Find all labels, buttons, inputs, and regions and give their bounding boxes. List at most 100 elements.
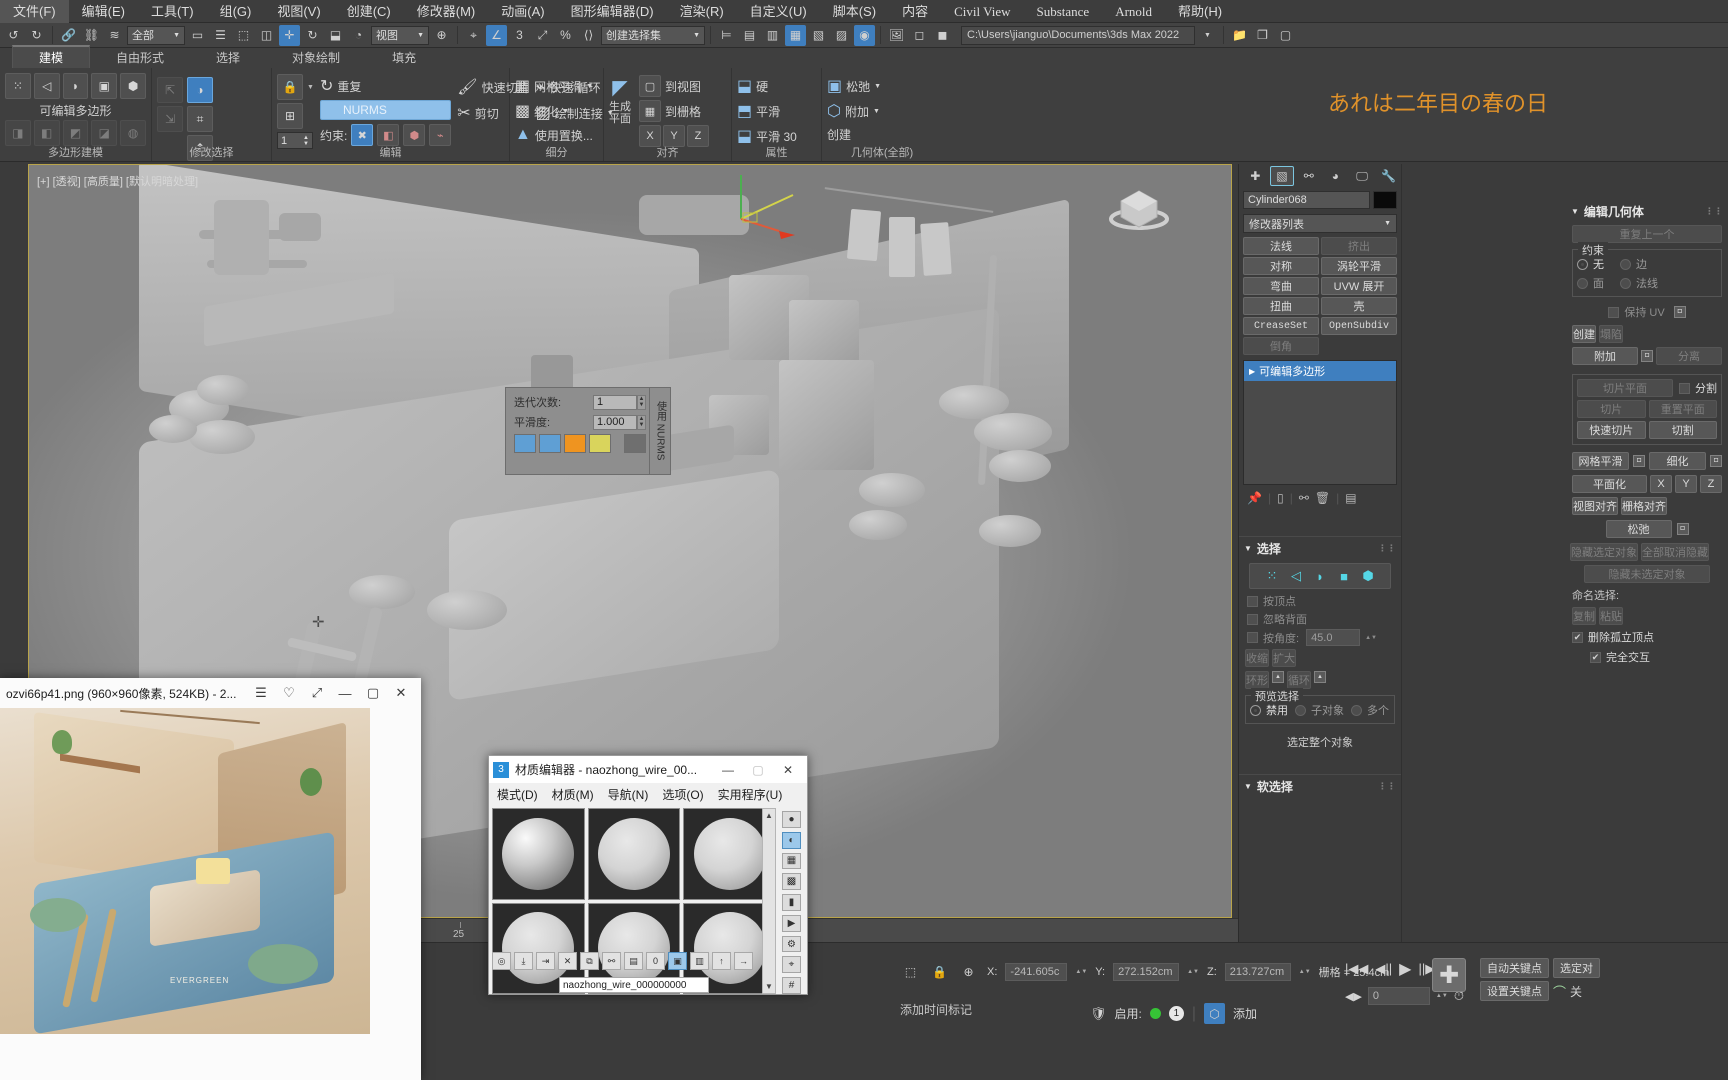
layer-explorer-icon[interactable]: ▤ [739, 25, 760, 46]
relax-button[interactable]: 松弛 [1605, 520, 1672, 538]
modifier-bend-button[interactable]: 弯曲 [1243, 277, 1319, 295]
constraint-face-radio[interactable]: 面 [1577, 275, 1604, 291]
redo-icon[interactable]: ↻ [26, 25, 47, 46]
constraint-none-radio[interactable]: 无 [1577, 256, 1604, 272]
sphere-display-icon[interactable] [539, 434, 561, 453]
nurms-subdivision-dialog[interactable]: 迭代次数: 1 ▲ ▼ 平滑度: 1.000 ▲ ▼ [505, 387, 655, 475]
paste-button[interactable]: 粘贴 [1599, 607, 1623, 625]
sample-uv-tiling-icon[interactable]: ▩ [782, 873, 801, 891]
polygon-icon[interactable]: ▣ [91, 73, 118, 99]
select-and-place-icon[interactable]: ◔ [348, 25, 369, 46]
put-to-scene-icon[interactable]: ⤓ [514, 952, 533, 970]
element-icon[interactable]: ⬢ [120, 73, 146, 99]
edit-geometry-rollout-header[interactable]: ▼ 编辑几何体 ⋮⋮ [1566, 200, 1728, 223]
menu-item-create[interactable]: 创建(C) [334, 0, 404, 23]
menu-item-help[interactable]: 帮助(H) [1165, 0, 1235, 23]
subdivide-icon[interactable]: ◍ [120, 120, 146, 146]
tessellate-label[interactable]: 细化 [534, 103, 558, 120]
absolute-relative-icon[interactable]: ⊕ [958, 961, 979, 982]
make-planar-label[interactable]: 生成 平面 [609, 101, 631, 125]
menu-item-views[interactable]: 视图(V) [264, 0, 333, 23]
align-to-view-label[interactable]: 到视图 [665, 78, 701, 95]
paint-deform-icon[interactable]: ◩ [62, 120, 89, 146]
key-filters-label[interactable]: 关 [1570, 983, 1582, 1000]
lock-selection-icon[interactable]: 🔒 [929, 961, 950, 982]
repeat-last-button[interactable]: 重复上一个 [1572, 225, 1722, 243]
cut-label[interactable]: 剪切 [475, 105, 499, 122]
menu-item-animation[interactable]: 动画(A) [488, 0, 557, 23]
modifier-shell-button[interactable]: 壳 [1321, 297, 1397, 315]
menu-item-civil-view[interactable]: Civil View [941, 0, 1023, 23]
preview-disable-radio[interactable]: 禁用 [1250, 702, 1288, 718]
display-tab-icon[interactable]: 🖵 [1350, 166, 1375, 186]
chevron-down-icon[interactable]: ▼ [873, 108, 880, 115]
constraint-face-icon[interactable]: ⬢ [403, 124, 426, 146]
link-icon[interactable]: 🔗 [58, 25, 79, 46]
image-viewer-window[interactable]: ozvi66p41.png (960×960像素, 524KB) - 2... … [0, 678, 421, 1080]
modifier-stack-list[interactable]: ▶ 可编辑多边形 [1243, 360, 1397, 485]
y-spinner-icon[interactable]: ▲▼ [1187, 969, 1199, 975]
add-time-tag-label[interactable]: 添加时间标记 [900, 1001, 972, 1018]
reset-plane-button[interactable]: 重置平面 [1648, 400, 1717, 418]
named-selection-sets-dropdown[interactable]: 创建选择集 ▼ [601, 25, 705, 45]
xview-shield-icon[interactable]: 🛡 [1090, 1006, 1107, 1022]
select-and-scale-icon[interactable]: ⬓ [325, 25, 346, 46]
percent-snap-icon[interactable]: 3 [509, 25, 530, 46]
grow-selection-icon[interactable]: ⇱ [157, 77, 183, 103]
selection-rollout-header[interactable]: ▼ 选择 ⋮⋮ [1239, 536, 1401, 560]
render-iterative-icon[interactable]: ◼ [932, 25, 953, 46]
y-field[interactable]: 272.152cm [1113, 962, 1180, 981]
vertex-icon[interactable]: ⁙ [1262, 567, 1282, 585]
auto-key-button[interactable]: 自动关键点 [1480, 958, 1549, 978]
render-setup-icon[interactable]: ▨ [831, 25, 852, 46]
meshsmooth-button[interactable]: 网格平滑 [1572, 452, 1629, 470]
delete-isolated-vertices-checkbox[interactable]: ✔ 删除孤立顶点 [1566, 627, 1728, 647]
select-by-name-icon[interactable]: ☰ [210, 25, 231, 46]
video-color-check-icon[interactable]: ▮ [782, 894, 801, 911]
play-icon[interactable]: ▶ [1399, 959, 1411, 979]
create-label[interactable]: 创建 [827, 126, 851, 143]
material-menu-material[interactable]: 材质(M) [552, 786, 594, 803]
undo-icon[interactable]: ↺ [3, 25, 24, 46]
remove-modifier-icon[interactable]: 🗑 [1315, 491, 1330, 505]
edge-icon[interactable]: ◁ [33, 73, 60, 99]
use-pivot-point-center-icon[interactable]: ⊕ [431, 25, 452, 46]
smooth30-label[interactable]: 平滑 30 [756, 128, 797, 145]
grid-align-button[interactable]: 栅格对齐 [1621, 497, 1667, 515]
material-menu-navigation[interactable]: 导航(N) [608, 786, 649, 803]
border-icon[interactable]: ◗ [62, 73, 89, 99]
meshsmooth-settings-icon[interactable]: ▫ [1633, 452, 1645, 469]
by-vertex-checkbox[interactable]: 按顶点 [1239, 592, 1401, 610]
schematic-view-icon[interactable]: ▧ [808, 25, 829, 46]
get-material-icon[interactable]: ◎ [492, 952, 511, 970]
unhide-all-button[interactable]: 全部取消隐藏 [1641, 543, 1709, 561]
minimize-icon[interactable]: — [713, 757, 743, 782]
smoothness-spinner-icon[interactable]: ▲ ▼ [637, 414, 646, 430]
selection-filter-dropdown[interactable]: 全部 ▼ [127, 25, 185, 45]
chevron-down-icon[interactable]: ▼ [586, 83, 593, 90]
vertex-icon[interactable]: ⁙ [5, 73, 31, 99]
background-icon[interactable]: ▦ [782, 852, 801, 870]
scene-explorer-icon[interactable]: ▥ [762, 25, 783, 46]
attach-settings-icon[interactable]: ▫ [1641, 347, 1653, 364]
view-cube[interactable] [1107, 179, 1171, 235]
transform-gizmo[interactable] [721, 169, 831, 239]
modify-tab-icon[interactable]: ▧ [1269, 166, 1295, 186]
ignore-backfacing-checkbox[interactable]: 忽略背面 [1239, 610, 1401, 628]
tessellate-button[interactable]: 细化 [1649, 452, 1706, 470]
pin-stack-icon[interactable]: 📌 [1247, 491, 1262, 505]
go-forward-sibling-icon[interactable]: → [734, 952, 753, 970]
scroll-down-icon[interactable]: ▼ [763, 980, 775, 993]
put-to-library-icon[interactable]: ▤ [624, 952, 643, 970]
window-restore-icon[interactable]: ❐ [1252, 25, 1273, 46]
border-icon[interactable]: ◗ [1310, 567, 1330, 585]
planar-z-button[interactable]: Z [1700, 475, 1722, 493]
x-spinner-icon[interactable]: ▲▼ [1075, 969, 1087, 975]
current-frame-field[interactable]: 0 [1367, 987, 1430, 1005]
assign-to-selection-icon[interactable]: ⇥ [536, 952, 555, 970]
rectangular-selection-icon[interactable]: ⬚ [233, 25, 254, 46]
symmetry-tools-icon[interactable]: ◧ [33, 120, 60, 146]
reset-map-icon[interactable]: ✕ [558, 952, 577, 970]
use-displacement-label[interactable]: 使用置换... [535, 127, 593, 144]
preview-multi-radio[interactable]: 多个 [1351, 702, 1389, 718]
